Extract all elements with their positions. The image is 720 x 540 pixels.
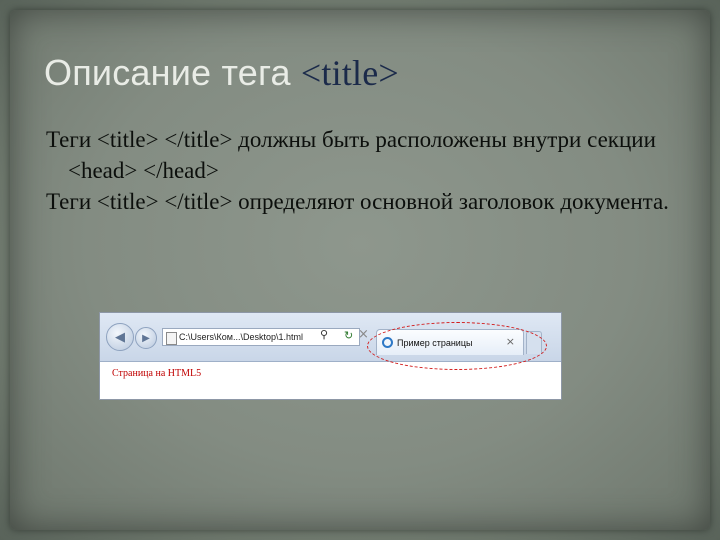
bullet-list: Теги <title> </title> должны быть распол… [46,124,686,217]
stop-icon[interactable]: × [358,327,369,342]
title-tag: <title> [300,53,399,93]
refresh-icon[interactable]: ↻ [344,329,353,342]
address-bar[interactable]: C:\Users\Ком...\Desktop\1.html [162,328,360,346]
slide-title: Описание тега <title> [44,52,399,94]
bullet-item-1: Теги <title> </title> должны быть распол… [46,127,656,183]
back-arrow-icon[interactable]: ◀ [106,323,134,351]
browser-screenshot: ◀ ▶ C:\Users\Ком...\Desktop\1.html ⚲ ↻ ×… [99,312,562,400]
forward-arrow-icon[interactable]: ▶ [135,327,157,349]
browser-toolbar: ◀ ▶ C:\Users\Ком...\Desktop\1.html ⚲ ↻ ×… [100,313,561,370]
annotation-circle [367,322,547,370]
bullet-item-2: Теги <title> </title> определяют основно… [46,189,669,214]
page-icon [166,332,177,345]
page-content-text: Страница на HTML5 [112,368,202,379]
search-icon[interactable]: ⚲ [320,328,328,341]
title-main: Описание тега [44,52,301,93]
slide: Описание тега <title> Теги <title> </tit… [0,0,720,540]
address-text: C:\Users\Ком...\Desktop\1.html [179,332,303,342]
